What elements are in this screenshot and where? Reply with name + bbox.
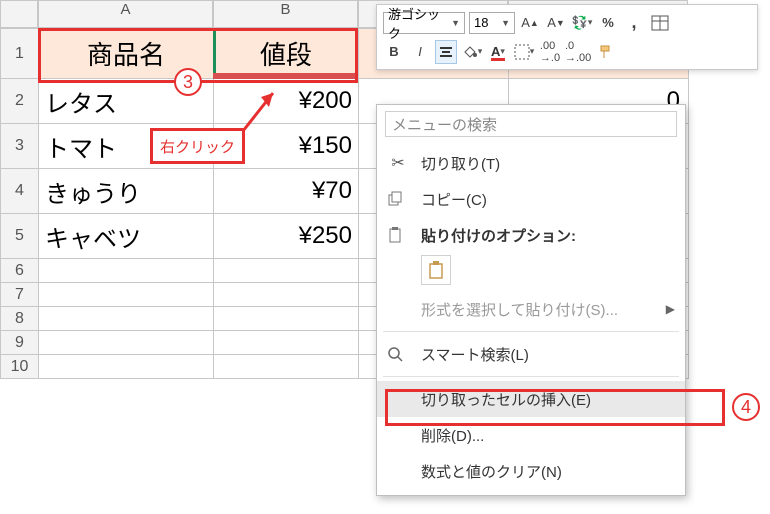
paste-icon	[427, 260, 445, 280]
paint-bucket-icon	[462, 44, 478, 60]
menu-search-placeholder: メニューの検索	[392, 114, 497, 135]
copy-icon	[387, 191, 409, 207]
bold-button[interactable]: B	[383, 40, 405, 64]
menu-smart-lookup-label: スマート検索(L)	[421, 344, 529, 365]
menu-paste-special: 形式を選択して貼り付け(S)... ▶	[377, 291, 685, 327]
row-header-3[interactable]: 3	[1, 124, 39, 169]
font-name-value: 游ゴシック	[388, 4, 451, 42]
cell-a5[interactable]: キャベツ	[39, 214, 214, 259]
accounting-format-button[interactable]: 💱▾	[571, 11, 593, 35]
menu-cut-label: 切り取り(T)	[421, 153, 500, 174]
font-color-icon: A	[491, 44, 500, 59]
row-header-7[interactable]: 7	[1, 283, 39, 307]
chevron-right-icon: ▶	[666, 302, 675, 316]
menu-cut[interactable]: ✂ 切り取り(T)	[377, 145, 685, 181]
increase-decimal-button[interactable]: .00→.0	[539, 40, 561, 64]
currency-icon: 💱	[572, 15, 588, 31]
borders-button[interactable]: ▾	[513, 40, 535, 64]
decrease-decimal-button[interactable]: .0→.00	[565, 40, 591, 64]
italic-button[interactable]: I	[409, 40, 431, 64]
annotation-badge-3: 3	[174, 68, 202, 96]
menu-delete-label: 削除(D)...	[421, 425, 484, 446]
align-center-icon	[438, 45, 454, 59]
mini-toolbar: 游ゴシック ▼ 18 ▼ A▲ A▼ 💱▾ % , B I ▾ A ▾	[376, 4, 758, 70]
align-center-button[interactable]	[435, 40, 457, 64]
clipboard-icon	[387, 226, 409, 244]
menu-insert-cut-cells[interactable]: 切り取ったセルの挿入(E)	[377, 381, 685, 417]
cell-b5[interactable]: ¥250	[214, 214, 359, 259]
column-header-a[interactable]: A	[38, 0, 213, 28]
menu-copy-label: コピー(C)	[421, 189, 487, 210]
row-header-4[interactable]: 4	[1, 169, 39, 214]
menu-paste-options-header: 貼り付けのオプション:	[377, 217, 685, 253]
context-menu: メニューの検索 ✂ 切り取り(T) コピー(C) 貼り付けのオプション: 形式を…	[376, 104, 686, 496]
menu-delete[interactable]: 削除(D)...	[377, 417, 685, 453]
chevron-down-icon: ▼	[451, 18, 460, 28]
font-size-value: 18	[474, 15, 488, 30]
paste-default-button[interactable]	[421, 255, 451, 285]
borders-icon	[514, 44, 530, 60]
row-header-5[interactable]: 5	[1, 214, 39, 259]
menu-separator	[383, 376, 679, 377]
decrease-font-button[interactable]: A▼	[545, 11, 567, 35]
menu-smart-lookup[interactable]: スマート検索(L)	[377, 336, 685, 372]
fill-color-button[interactable]: ▾	[461, 40, 483, 64]
font-size-selector[interactable]: 18 ▼	[469, 12, 515, 34]
menu-clear-contents-label: 数式と値のクリア(N)	[421, 461, 562, 482]
menu-clear-contents[interactable]: 数式と値のクリア(N)	[377, 453, 685, 489]
format-painter-button[interactable]	[595, 40, 617, 64]
row-header-2[interactable]: 2	[1, 79, 39, 124]
chevron-down-icon: ▼	[501, 18, 510, 28]
font-name-selector[interactable]: 游ゴシック ▼	[383, 12, 465, 34]
percent-button[interactable]: %	[597, 11, 619, 35]
selection-underline	[213, 73, 358, 79]
menu-search-input[interactable]: メニューの検索	[385, 111, 677, 137]
menu-insert-cut-cells-label: 切り取ったセルの挿入(E)	[421, 389, 591, 410]
row-header-10[interactable]: 10	[1, 355, 39, 379]
font-color-button[interactable]: A ▾	[487, 40, 509, 64]
search-icon	[387, 346, 409, 362]
menu-paste-options-label: 貼り付けのオプション:	[421, 225, 576, 246]
menu-separator	[383, 331, 679, 332]
table-icon	[651, 15, 669, 31]
format-painter-icon	[597, 43, 615, 61]
cell-b4[interactable]: ¥70	[214, 169, 359, 214]
table-format-button[interactable]	[649, 11, 671, 35]
row-header-9[interactable]: 9	[1, 331, 39, 355]
cell-b2[interactable]: ¥200	[214, 79, 359, 124]
annotation-right-click-label: 右クリック	[150, 128, 245, 164]
cell-a4[interactable]: きゅうり	[39, 169, 214, 214]
row-header-8[interactable]: 8	[1, 307, 39, 331]
menu-paste-special-label: 形式を選択して貼り付け(S)...	[421, 299, 618, 320]
annotation-badge-4: 4	[732, 393, 760, 421]
column-header-b[interactable]: B	[213, 0, 358, 28]
comma-style-button[interactable]: ,	[623, 11, 645, 35]
cell-b1[interactable]: 値段	[214, 29, 359, 79]
row-header-6[interactable]: 6	[1, 259, 39, 283]
select-all-corner[interactable]	[0, 0, 38, 28]
scissors-icon: ✂	[387, 153, 409, 173]
row-header-1[interactable]: 1	[1, 29, 39, 79]
menu-copy[interactable]: コピー(C)	[377, 181, 685, 217]
increase-font-button[interactable]: A▲	[519, 11, 541, 35]
